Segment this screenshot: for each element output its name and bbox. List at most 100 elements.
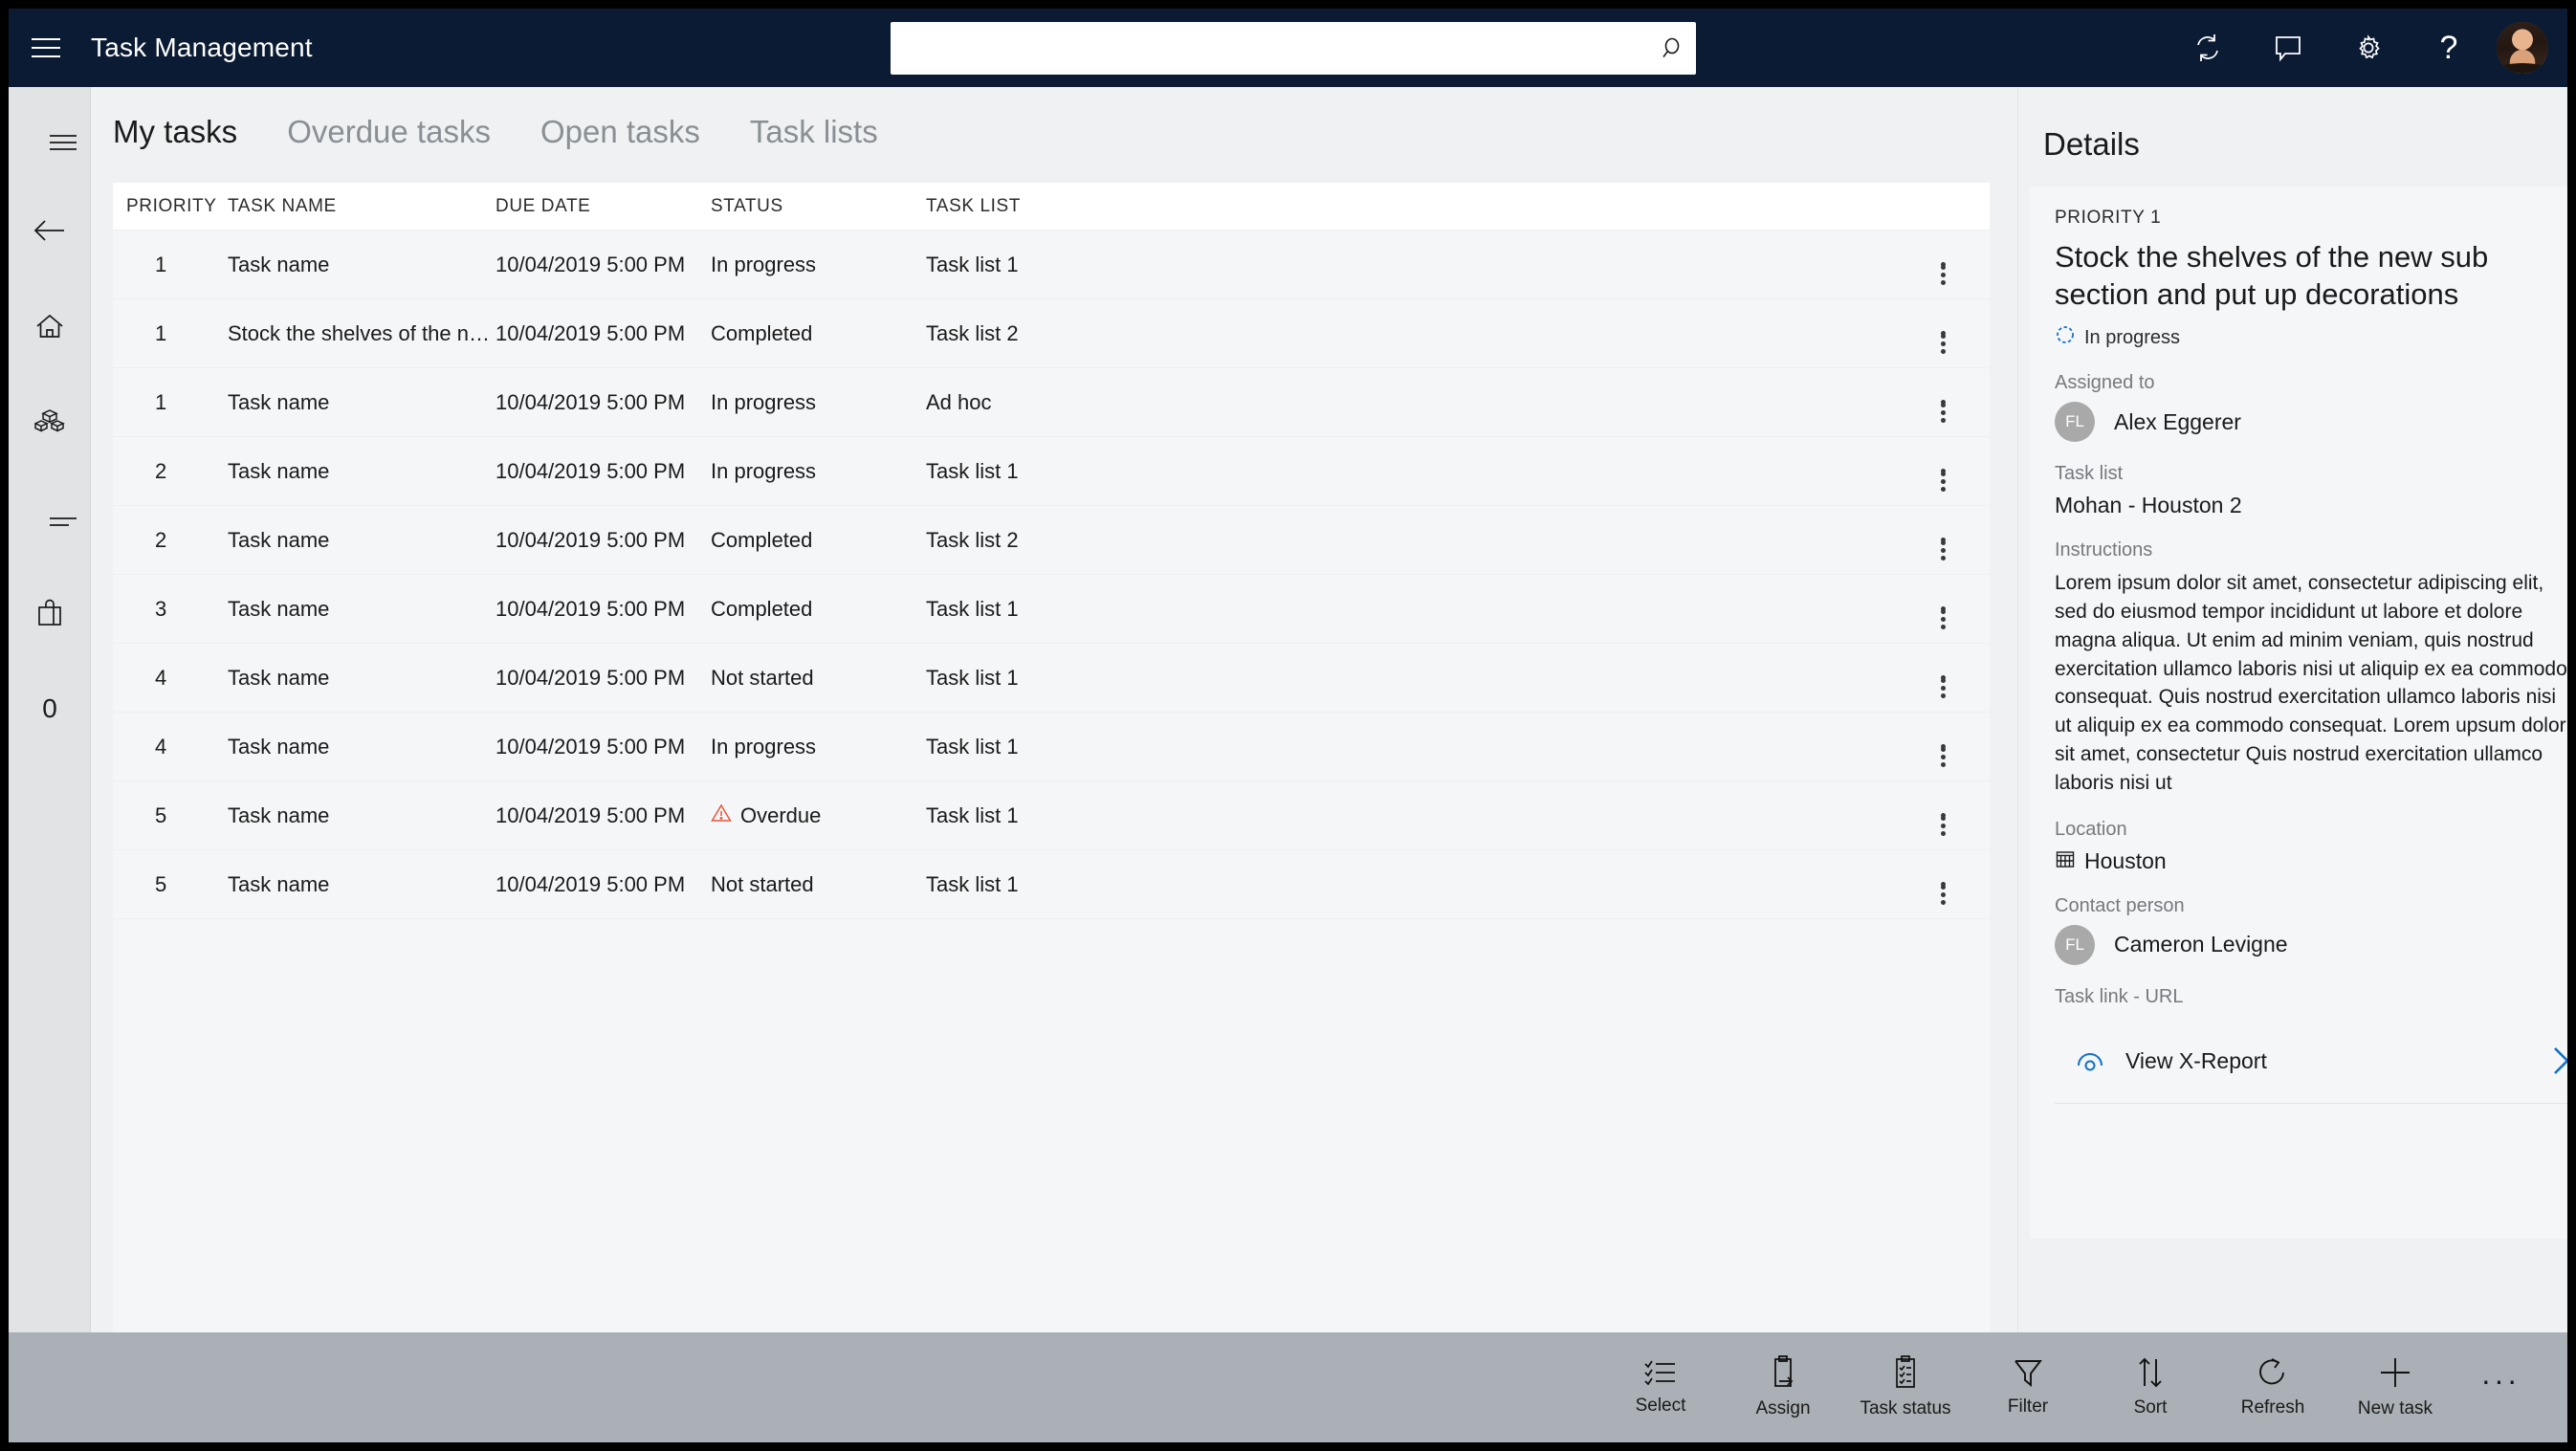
sidebar-item-back[interactable] xyxy=(9,183,91,278)
details-task-list-value: Mohan - Houston 2 xyxy=(2055,493,2242,518)
column-header-status[interactable]: STATUS xyxy=(711,196,926,217)
sort-arrows-icon xyxy=(2139,1357,2162,1388)
column-header-priority[interactable]: PRIORITY xyxy=(113,196,228,217)
details-assigned-to-block: Assigned to FL Alex Eggerer xyxy=(2055,372,2567,443)
filter-button[interactable]: Filter xyxy=(1967,1332,2089,1442)
table-row[interactable]: 4 Task name 10/04/2019 5:00 PM Not started T… xyxy=(113,644,1990,713)
details-task-title: Stock the shelves of the new sub section… xyxy=(2055,240,2489,312)
tab-overdue-tasks[interactable]: Overdue tasks xyxy=(287,114,491,150)
chevron-right-icon[interactable] xyxy=(2535,1044,2567,1078)
row-menu-icon[interactable] xyxy=(1902,644,1984,713)
row-menu-icon[interactable] xyxy=(1902,368,1984,437)
table-row[interactable]: 2 Task name 10/04/2019 5:00 PM Completed Tas… xyxy=(113,506,1990,575)
cell-due-date: 10/04/2019 5:00 PM xyxy=(495,320,686,345)
task-link-row[interactable]: View X-Report xyxy=(2055,1020,2567,1104)
cell-task-name: Task name xyxy=(228,734,330,758)
sidebar-item-menu[interactable] xyxy=(9,87,91,183)
cell-status: In progress xyxy=(711,734,817,758)
search-box[interactable] xyxy=(891,22,1696,75)
cell-task-name: Task name xyxy=(228,252,330,276)
table-row[interactable]: 1 Task name 10/04/2019 5:00 PM In progress T… xyxy=(113,231,1990,299)
cell-priority: 4 xyxy=(155,665,167,690)
column-header-task-list[interactable]: TASK LIST xyxy=(926,196,1902,217)
sidebar-item-home[interactable] xyxy=(9,278,91,374)
topbar-actions: ? xyxy=(2168,9,2567,87)
bag-icon xyxy=(38,599,61,626)
row-menu-icon[interactable] xyxy=(1902,437,1984,506)
row-menu-icon[interactable] xyxy=(1902,506,1984,575)
assign-button[interactable]: Assign xyxy=(1722,1332,1844,1442)
search-icon[interactable] xyxy=(1644,22,1696,75)
left-navigation-rail: 0 xyxy=(9,87,91,1332)
table-row[interactable]: 1 Task name 10/04/2019 5:00 PM In progress A… xyxy=(113,368,1990,437)
cell-due-date: 10/04/2019 5:00 PM xyxy=(495,458,686,483)
cell-task-name: Task name xyxy=(228,802,330,827)
details-contact-person[interactable]: FL Cameron Levigne xyxy=(2055,924,2567,965)
details-contact-label: Contact person xyxy=(2055,894,2185,916)
row-menu-icon[interactable] xyxy=(1902,575,1984,644)
details-assigned-to[interactable]: FL Alex Eggerer xyxy=(2055,402,2567,443)
top-navigation-bar: Task Management ? xyxy=(9,9,2567,87)
details-location: Houston xyxy=(2055,848,2567,874)
cell-priority: 1 xyxy=(155,389,167,414)
task-status-button[interactable]: Task status xyxy=(1844,1332,1967,1442)
overflow-menu-button[interactable]: ··· xyxy=(2456,1332,2544,1442)
table-row[interactable]: 4 Task name 10/04/2019 5:00 PM In progress T… xyxy=(113,713,1990,781)
table-row[interactable]: 2 Task name 10/04/2019 5:00 PM In progress T… xyxy=(113,437,1990,506)
details-panel: Details PRIORITY 1 Stock the shelves of … xyxy=(2017,87,2567,1332)
tab-task-lists[interactable]: Task lists xyxy=(750,114,878,150)
sort-button[interactable]: Sort xyxy=(2089,1332,2212,1442)
gear-icon[interactable] xyxy=(2328,9,2409,87)
avatar[interactable] xyxy=(2497,22,2548,74)
table-row[interactable]: 5 Task name 10/04/2019 5:00 PM Not started T… xyxy=(113,850,1990,919)
hamburger-icon[interactable] xyxy=(9,9,83,87)
cell-status: Not started xyxy=(711,665,814,690)
details-location-label: Location xyxy=(2055,818,2127,840)
column-header-task-name[interactable]: TASK NAME xyxy=(228,196,495,217)
row-menu-icon[interactable] xyxy=(1902,231,1984,299)
cell-status-text: Overdue xyxy=(740,802,822,827)
details-location-value: Houston xyxy=(2084,847,2167,873)
details-contact-name: Cameron Levigne xyxy=(2114,932,2288,957)
cell-task-name: Task name xyxy=(228,458,330,483)
cell-task-list: Task list 1 xyxy=(926,802,1019,827)
row-menu-icon[interactable] xyxy=(1902,713,1984,781)
sidebar-item-bag[interactable] xyxy=(9,565,91,661)
refresh-button[interactable]: Refresh xyxy=(2212,1332,2334,1442)
row-menu-icon[interactable] xyxy=(1902,781,1984,850)
tab-open-tasks[interactable]: Open tasks xyxy=(540,114,700,150)
sidebar-item-products[interactable] xyxy=(9,374,91,470)
refresh-circle-icon xyxy=(2259,1358,2284,1385)
new-task-button[interactable]: New task xyxy=(2334,1332,2456,1442)
cell-priority: 3 xyxy=(155,596,167,621)
row-menu-icon[interactable] xyxy=(1902,299,1984,368)
table-row[interactable]: 1 Stock the shelves of the new sub sectio… xyxy=(113,299,1990,368)
feedback-icon[interactable] xyxy=(2248,9,2328,87)
select-label: Select xyxy=(1635,1396,1686,1416)
column-header-due-date[interactable]: DUE DATE xyxy=(495,196,711,217)
row-menu-icon[interactable] xyxy=(1902,850,1984,919)
details-location-block: Location Houston xyxy=(2055,819,2567,874)
warning-icon xyxy=(711,803,732,828)
table-row[interactable]: 5 Task name 10/04/2019 5:00 PM Overdue Task … xyxy=(113,781,1990,850)
filter-label: Filter xyxy=(2007,1396,2049,1417)
task-table: PRIORITY TASK NAME DUE DATE STATUS TASK … xyxy=(113,183,1990,1388)
cell-priority: 5 xyxy=(155,802,167,827)
cell-status: Not started xyxy=(711,871,814,896)
select-button[interactable]: Select xyxy=(1599,1332,1722,1442)
cell-status: Completed xyxy=(711,320,813,345)
cell-task-name: Task name xyxy=(228,527,330,552)
app-window: Task Management ? 0 My tasks Overdue tas… xyxy=(9,9,2567,1442)
sidebar-item-lists[interactable] xyxy=(9,470,91,565)
cell-due-date: 10/04/2019 5:00 PM xyxy=(495,665,686,690)
table-row[interactable]: 3 Task name 10/04/2019 5:00 PM Completed Tas… xyxy=(113,575,1990,644)
tab-my-tasks[interactable]: My tasks xyxy=(113,114,237,150)
table-header-row: PRIORITY TASK NAME DUE DATE STATUS TASK … xyxy=(113,183,1990,231)
cell-priority: 4 xyxy=(155,734,167,758)
details-task-list-block: Task list Mohan - Houston 2 xyxy=(2055,463,2567,518)
details-title: Details xyxy=(2043,126,2140,162)
refresh-icon[interactable] xyxy=(2168,9,2248,87)
search-input[interactable] xyxy=(891,22,1644,75)
help-icon[interactable]: ? xyxy=(2409,9,2489,87)
sidebar-item-zero[interactable]: 0 xyxy=(9,661,91,757)
